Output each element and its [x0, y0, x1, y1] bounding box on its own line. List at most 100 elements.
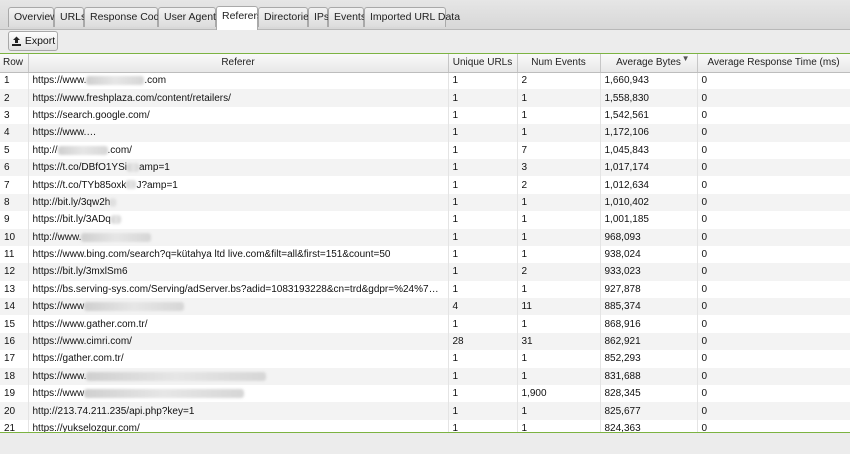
num-events-cell: 2 [517, 263, 601, 281]
toolbar: Export [0, 30, 850, 53]
referer-cell: http://www. [28, 228, 449, 246]
num-events-cell: 1 [517, 89, 601, 107]
average-response-time-cell: 0 [697, 385, 850, 403]
row-number-cell: 18 [0, 367, 29, 386]
referer-cell: https://www.bing.com/search?q=kütahya lt… [28, 245, 449, 264]
table-row[interactable]: 19 https://www 1 1,900 828,345 0 [0, 385, 850, 403]
column-header-unique-urls[interactable]: Unique URLs [448, 54, 518, 73]
row-number-cell: 14 [0, 298, 29, 316]
referer-text: https://t.co/TYb85oxk [32, 179, 127, 191]
column-header-row[interactable]: Row [0, 54, 29, 73]
average-bytes-cell: 824,363 [600, 419, 698, 432]
num-events-cell: 1 [517, 350, 601, 368]
referer-text-tail: .com [144, 75, 167, 87]
unique-urls-cell: 28 [448, 332, 518, 351]
num-events-cell: 1 [517, 106, 601, 125]
tab-response-codes[interactable]: Response Codes [84, 7, 171, 27]
table-row[interactable]: 16 https://www.cimri.com/28 31 862,921 0 [0, 332, 850, 351]
referer-cell: http://bit.ly/3qw2h [28, 193, 449, 212]
unique-urls-cell: 1 [448, 106, 518, 125]
referer-text-tail: J?amp=1 [136, 179, 178, 191]
table-row[interactable]: 8 http://bit.ly/3qw2h 1 1 1,010,402 0 [0, 193, 850, 212]
average-bytes-cell: 828,345 [600, 385, 698, 403]
table-row[interactable]: 17 https://gather.com.tr/1 1 852,293 0 [0, 350, 850, 368]
num-events-cell: 1 [517, 402, 601, 420]
table-row[interactable]: 20 http://213.74.211.235/api.php?key=1 1 1 8… [0, 402, 850, 420]
table-row[interactable]: 14 https://www 4 11 885,374 0 [0, 298, 850, 316]
referer-text: https://www. [32, 127, 87, 139]
tab-referers[interactable]: Referers [216, 6, 262, 30]
table-row[interactable]: 5 http:// .com/1 7 1,045,843 0 [0, 141, 850, 159]
referer-text: https://gather.com.tr/ [32, 353, 124, 365]
referer-cell: https://t.co/TYb85oxk J?amp=1 [28, 176, 449, 194]
table-row[interactable]: 9 https://bit.ly/3ADq 1 1 1,001,185 0 [0, 211, 850, 229]
table-row[interactable]: 4 https://www. 1 1 1,172,106 0 [0, 124, 850, 142]
average-bytes-cell: 831,688 [600, 367, 698, 386]
export-button[interactable]: Export [8, 31, 58, 51]
table-row[interactable]: 1 https://www. .com 1 2 1,660,943 0 [0, 72, 850, 90]
row-number-cell: 12 [0, 263, 29, 281]
unique-urls-cell: 1 [448, 72, 518, 90]
tab-user-agents[interactable]: User Agents [158, 7, 221, 27]
average-response-time-cell: 0 [697, 263, 850, 281]
referer-cell: https://t.co/DBfO1YSi amp=1 [28, 158, 449, 177]
referer-cell: https://www. .com [28, 72, 449, 90]
unique-urls-cell: 1 [448, 419, 518, 432]
table-row[interactable]: 12 https://bit.ly/3mxlSm6 1 2 933,023 0 [0, 263, 850, 281]
column-header-average-bytes[interactable]: Average Bytes ▼ [600, 54, 698, 73]
table-row[interactable]: 10 http://www. 1 1 968,093 0 [0, 228, 850, 246]
num-events-cell: 1 [517, 367, 601, 386]
average-bytes-cell: 927,878 [600, 280, 698, 299]
referer-text: https://www [32, 388, 85, 400]
average-response-time-cell: 0 [697, 298, 850, 316]
average-bytes-cell: 1,045,843 [600, 141, 698, 159]
average-response-time-cell: 0 [697, 176, 850, 194]
export-icon [11, 36, 21, 46]
unique-urls-cell: 1 [448, 124, 518, 142]
tab-ips[interactable]: IPs [308, 7, 329, 27]
average-response-time-cell: 0 [697, 193, 850, 212]
num-events-cell: 1 [517, 280, 601, 299]
referer-text-tail: amp=1 [138, 162, 170, 174]
unique-urls-cell: 1 [448, 315, 518, 333]
row-number-cell: 11 [0, 245, 29, 264]
table-row[interactable]: 7 https://t.co/TYb85oxk J?amp=1 1 2 1,012,634… [0, 176, 850, 194]
column-header-num-events[interactable]: Num Events [517, 54, 601, 73]
referer-cell: http:// .com/ [28, 141, 449, 159]
row-number-cell: 16 [0, 332, 29, 351]
referer-text: https://www.bing.com/search?q=kütahya lt… [32, 249, 391, 261]
average-bytes-cell: 968,093 [600, 228, 698, 246]
num-events-cell: 3 [517, 158, 601, 177]
redacted-text [84, 389, 245, 399]
table-row[interactable]: 18 https://www. 1 1 831,688 0 [0, 367, 850, 386]
tab-overview[interactable]: Overview [8, 7, 58, 27]
num-events-cell: 1 [517, 245, 601, 264]
referer-cell: https://yukselozgur.com/ [28, 419, 449, 432]
table-row[interactable]: 13 https://bs.serving-sys.com/Serving/adS… [0, 280, 850, 299]
redacted-text [81, 232, 152, 242]
num-events-cell: 1 [517, 419, 601, 432]
referer-text: https://www.cimri.com/ [32, 336, 132, 348]
tab-imported-url-data[interactable]: Imported URL Data [364, 7, 460, 27]
column-header-referer[interactable]: Referer [28, 54, 449, 73]
num-events-cell: 1 [517, 315, 601, 333]
num-events-cell: 1 [517, 193, 601, 212]
average-response-time-cell: 0 [697, 106, 850, 125]
table-row[interactable]: 2 https://www.freshplaza.com/content/reta… [0, 89, 850, 107]
table-row[interactable]: 6 https://t.co/DBfO1YSi amp=1 1 3 1,017,174 0 [0, 158, 850, 177]
row-number-cell: 19 [0, 385, 29, 403]
referer-text-tail: .com/ [107, 144, 132, 156]
tab-urls[interactable]: URLs [54, 7, 86, 27]
column-header-average-response-time[interactable]: Average Response Time (ms) [697, 54, 850, 73]
table-row[interactable]: 3 https://search.google.com/1 1 1,542,561 0 [0, 106, 850, 125]
table-row[interactable]: 11 https://www.bing.com/search?q=kütahya … [0, 245, 850, 264]
table-row[interactable]: 21 https://yukselozgur.com/1 1 824,363 0 [0, 419, 850, 432]
unique-urls-cell: 1 [448, 263, 518, 281]
tab-directories[interactable]: Directories [258, 7, 314, 27]
average-response-time-cell: 0 [697, 89, 850, 107]
row-number-cell: 20 [0, 402, 29, 420]
table-row[interactable]: 15 https://www.gather.com.tr/1 1 868,916 0 [0, 315, 850, 333]
column-header-average-bytes-label: Average Bytes [616, 57, 681, 69]
row-number-cell: 13 [0, 280, 29, 299]
tab-events[interactable]: Events [328, 7, 366, 27]
